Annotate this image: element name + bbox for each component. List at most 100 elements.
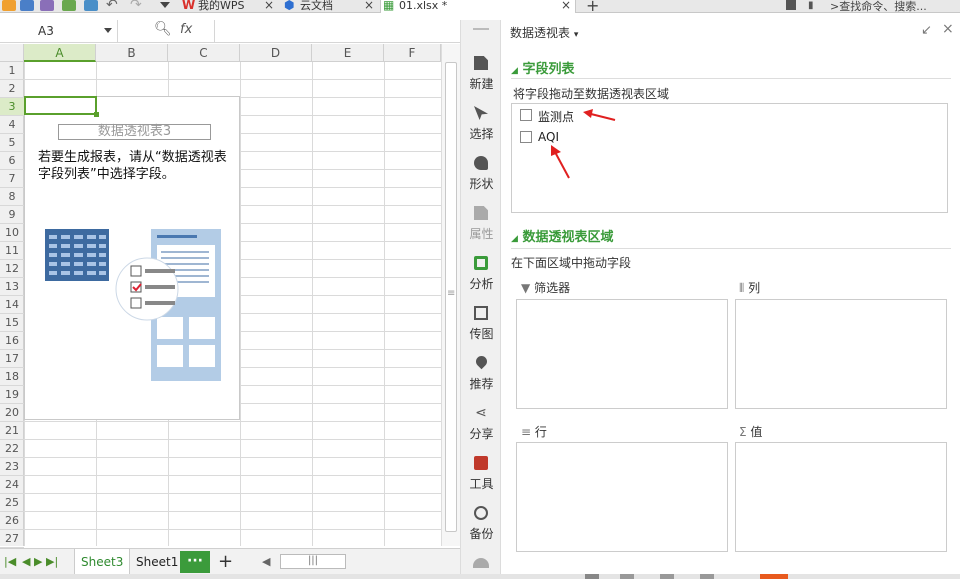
- column-header-c[interactable]: C: [168, 44, 240, 62]
- row-header[interactable]: 8: [0, 188, 24, 206]
- values-drop-area[interactable]: [735, 442, 947, 552]
- active-cell-a3[interactable]: [24, 96, 99, 117]
- row-header[interactable]: 18: [0, 368, 24, 386]
- select-all-corner[interactable]: [0, 44, 24, 62]
- more-sheets-button[interactable]: ···: [180, 551, 210, 573]
- columns-drop-area[interactable]: [735, 299, 947, 409]
- first-sheet-icon[interactable]: |◀: [4, 555, 16, 568]
- sheet-tab-sheet1[interactable]: Sheet1: [130, 549, 184, 575]
- chevron-up-icon[interactable]: [473, 558, 489, 568]
- row-header[interactable]: 24: [0, 476, 24, 494]
- find-icon[interactable]: [84, 0, 98, 11]
- page-layout-icon[interactable]: [620, 574, 634, 579]
- filter-drop-area[interactable]: [516, 299, 728, 409]
- row-header[interactable]: 12: [0, 260, 24, 278]
- row-header[interactable]: 15: [0, 314, 24, 332]
- page-break-icon[interactable]: [660, 574, 674, 579]
- next-sheet-icon[interactable]: ▶: [34, 555, 42, 568]
- formula-input[interactable]: [214, 20, 460, 42]
- save-icon[interactable]: [20, 0, 34, 11]
- row-header[interactable]: 16: [0, 332, 24, 350]
- row-header[interactable]: 10: [0, 224, 24, 242]
- row-header[interactable]: 20: [0, 404, 24, 422]
- close-tab-icon[interactable]: ×: [264, 0, 274, 11]
- normal-view-icon[interactable]: [585, 574, 599, 579]
- column-header-a[interactable]: A: [24, 44, 96, 62]
- sheet-tab-sheet3[interactable]: Sheet3: [74, 549, 131, 575]
- tab-workbook[interactable]: ▦ 01.xlsx * ×: [380, 0, 576, 13]
- tool-new[interactable]: 新建: [461, 56, 502, 106]
- areas-section-header[interactable]: ◢ 数据透视表区域: [511, 226, 613, 245]
- add-sheet-button[interactable]: +: [218, 551, 233, 572]
- tool-select[interactable]: 选择: [461, 106, 502, 156]
- field-checkbox[interactable]: [520, 131, 532, 143]
- row-header[interactable]: 23: [0, 458, 24, 476]
- column-header-e[interactable]: E: [312, 44, 384, 62]
- column-header-b[interactable]: B: [96, 44, 168, 62]
- fullscreen-icon[interactable]: [700, 574, 714, 579]
- close-tab-icon[interactable]: ×: [364, 0, 374, 11]
- row-header[interactable]: 3: [0, 98, 24, 116]
- login-icon[interactable]: [786, 0, 796, 10]
- tool-analyze[interactable]: 分析: [461, 256, 502, 306]
- rows-drop-area[interactable]: [516, 442, 728, 552]
- row-header[interactable]: 2: [0, 80, 24, 98]
- row-header[interactable]: 6: [0, 152, 24, 170]
- rows-area-label: ≡ 行: [521, 423, 547, 440]
- name-box[interactable]: A3: [0, 20, 118, 42]
- scroll-left-icon[interactable]: ◀: [262, 555, 270, 568]
- row-header[interactable]: 11: [0, 242, 24, 260]
- quick-access-dropdown-icon[interactable]: [160, 2, 170, 8]
- tool-recommend[interactable]: 推荐: [461, 353, 502, 406]
- tool-toolbox[interactable]: 工具: [461, 456, 502, 506]
- chevron-down-icon[interactable]: ▾: [574, 30, 579, 40]
- new-tab-button[interactable]: +: [586, 0, 599, 15]
- last-sheet-icon[interactable]: ▶|: [46, 555, 58, 568]
- minimize-panel-icon[interactable]: ↙: [921, 23, 932, 38]
- row-header[interactable]: 14: [0, 296, 24, 314]
- command-search-input[interactable]: >查找命令、搜索...: [830, 0, 960, 14]
- field-checkbox[interactable]: [520, 109, 532, 121]
- zoom-search-icon[interactable]: 🔍︎: [154, 21, 172, 37]
- collapse-handle[interactable]: [473, 28, 489, 30]
- tool-shapes[interactable]: 形状: [461, 156, 502, 206]
- horizontal-scroll-thumb[interactable]: |||: [280, 554, 346, 569]
- row-header[interactable]: 9: [0, 206, 24, 224]
- column-header-d[interactable]: D: [240, 44, 312, 62]
- fill-handle[interactable]: [94, 112, 99, 117]
- row-header[interactable]: 17: [0, 350, 24, 368]
- row-header[interactable]: 13: [0, 278, 24, 296]
- row-header[interactable]: 26: [0, 512, 24, 530]
- row-header[interactable]: 25: [0, 494, 24, 512]
- row-header[interactable]: 21: [0, 422, 24, 440]
- close-panel-icon[interactable]: ×: [942, 21, 954, 37]
- tool-share[interactable]: ⋖ 分享: [461, 406, 502, 456]
- panel-title[interactable]: 数据透视表 ▾: [510, 24, 578, 41]
- row-header[interactable]: 1: [0, 62, 24, 80]
- row-header[interactable]: 19: [0, 386, 24, 404]
- tab-cloud-docs[interactable]: ⬢ 云文档 ×: [282, 0, 378, 13]
- filter-area-label: ▼ 筛选器: [521, 279, 570, 296]
- prev-sheet-icon[interactable]: ◀: [22, 555, 30, 568]
- row-header[interactable]: 7: [0, 170, 24, 188]
- print-icon[interactable]: [40, 0, 54, 11]
- function-icon[interactable]: fx: [180, 22, 192, 37]
- fields-section-header[interactable]: ◢ 字段列表: [511, 58, 574, 77]
- undo-icon[interactable]: ↶: [106, 0, 118, 13]
- tool-backup[interactable]: 备份: [461, 506, 502, 556]
- vertical-scrollbar[interactable]: ≡: [441, 44, 460, 546]
- row-header[interactable]: 27: [0, 530, 24, 548]
- row-header[interactable]: 4: [0, 116, 24, 134]
- redo-icon[interactable]: ↷: [130, 0, 142, 13]
- print-preview-icon[interactable]: [62, 0, 76, 11]
- row-header[interactable]: 22: [0, 440, 24, 458]
- open-folder-icon[interactable]: [2, 0, 16, 11]
- close-tab-icon[interactable]: ×: [561, 0, 571, 11]
- tab-my-wps[interactable]: W 我的WPS ×: [180, 0, 280, 13]
- column-header-f[interactable]: F: [384, 44, 441, 62]
- row-header[interactable]: 5: [0, 134, 24, 152]
- pin-icon[interactable]: ▮: [808, 0, 814, 11]
- tool-upload-image[interactable]: 传图: [461, 306, 502, 356]
- pivot-table-placeholder[interactable]: 数据透视表3 若要生成报表，请从“数据透视表字段列表”中选择字段。: [24, 96, 240, 420]
- chevron-down-icon[interactable]: [104, 28, 112, 33]
